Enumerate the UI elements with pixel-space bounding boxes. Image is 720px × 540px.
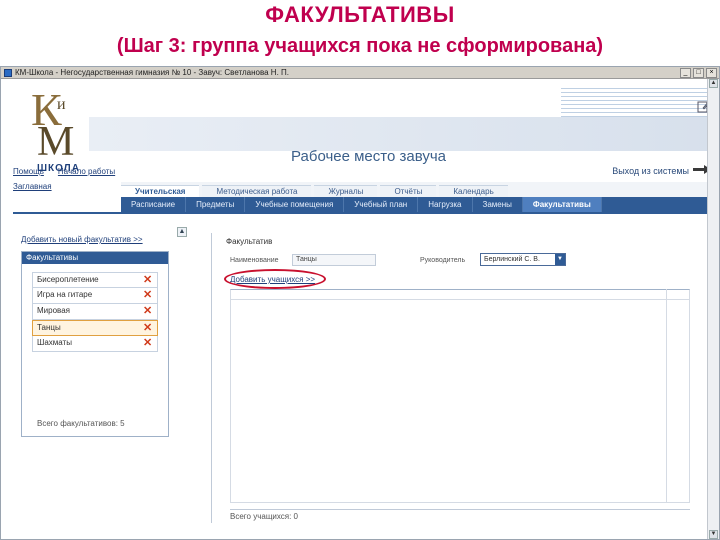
electives-total: Всего факультативов: 5 [37, 419, 125, 428]
list-item[interactable]: Игра на гитаре ✕ [32, 288, 158, 304]
nav-help[interactable]: Помощь [13, 167, 44, 176]
app-window: КМ-Школа - Негосударственная гимназия № … [0, 66, 720, 540]
window-titlebar: КМ-Школа - Негосударственная гимназия № … [1, 67, 719, 79]
list-item[interactable]: Мировая ✕ [32, 304, 158, 320]
tab-methodical-work[interactable]: Методическая работа [202, 185, 312, 197]
subtab-electives[interactable]: Факультативы [522, 197, 602, 212]
page-title: Рабочее место завуча [291, 148, 447, 165]
app-icon [4, 69, 12, 77]
main-tabs: Учительская Методическая работа Журналы … [121, 182, 719, 197]
delete-icon[interactable]: ✕ [143, 289, 153, 301]
electives-list-box: Факультативы Бисероплетение ✕ Игра на ги… [21, 251, 169, 437]
list-item[interactable]: Шахматы ✕ [32, 336, 158, 352]
leader-select[interactable]: Берлинский С. В. ▼ [480, 253, 566, 266]
details-title: Факультатив [226, 237, 273, 246]
electives-list: Бисероплетение ✕ Игра на гитаре ✕ Мирова… [32, 272, 158, 352]
tab-reports[interactable]: Отчёты [380, 185, 437, 197]
tab-teachers-room[interactable]: Учительская [121, 185, 200, 197]
scroll-down-icon[interactable]: ▼ [709, 530, 718, 539]
slide-title: ФАКУЛЬТАТИВЫ [265, 2, 455, 27]
subtab-schedule[interactable]: Расписание [121, 197, 187, 212]
subtab-workload[interactable]: Нагрузка [418, 197, 473, 212]
window-scrollbar[interactable]: ▲ ▼ [707, 79, 719, 539]
tab-calendar[interactable]: Календарь [439, 185, 508, 197]
elective-label: Бисероплетение [37, 275, 99, 284]
logo-letter-i: и [57, 96, 66, 113]
sub-tabs: Расписание Предметы Учебные помещения Уч… [121, 197, 719, 212]
slide-subtitle: (Шаг 3: группа учащихся пока не сформиро… [116, 35, 604, 57]
km-school-logo: К и М ШКОЛА [27, 87, 89, 175]
elective-label: Игра на гитаре [37, 290, 93, 299]
delete-icon[interactable]: ✕ [143, 337, 153, 349]
delete-icon[interactable]: ✕ [143, 274, 153, 286]
exit-link[interactable]: Выход из системы [612, 166, 689, 176]
nav-getting-started[interactable]: Начало работы [58, 167, 115, 176]
elective-label: Танцы [37, 323, 61, 332]
tab-journals[interactable]: Журналы [314, 185, 378, 197]
logo-letter-m: М [37, 119, 75, 165]
header-band [89, 117, 713, 151]
close-icon[interactable]: × [706, 68, 717, 78]
name-label: Наименование [230, 257, 279, 264]
delete-icon[interactable]: ✕ [143, 305, 153, 317]
electives-list-header: Факультативы [22, 252, 168, 264]
elective-label: Шахматы [37, 338, 72, 347]
minimize-icon[interactable]: _ [680, 68, 691, 78]
scroll-up-icon[interactable]: ▲ [709, 79, 718, 88]
delete-icon[interactable]: ✕ [143, 322, 153, 334]
nav-home[interactable]: Заглавная [13, 182, 52, 191]
window-title: КМ-Школа - Негосударственная гимназия № … [15, 68, 289, 77]
total-divider [230, 509, 690, 510]
window-controls: _ □ × [680, 68, 717, 78]
students-table-header [231, 290, 689, 300]
highlight-annotation [224, 269, 326, 289]
students-total: Всего учащихся: 0 [230, 512, 299, 521]
leader-label: Руководитель [420, 257, 466, 264]
elective-label: Мировая [37, 306, 70, 315]
subtab-classrooms[interactable]: Учебные помещения [245, 197, 345, 212]
list-item-selected[interactable]: Танцы ✕ [32, 320, 158, 336]
students-table-scrollbar[interactable] [666, 289, 676, 503]
list-item[interactable]: Бисероплетение ✕ [32, 272, 158, 288]
leader-value: Берлинский С. В. [484, 256, 540, 263]
chevron-down-icon[interactable]: ▼ [555, 254, 565, 265]
add-elective-link[interactable]: Добавить новый факультатив >> [21, 235, 169, 244]
students-table [230, 289, 690, 503]
collapse-arrow-icon[interactable]: ▲ [177, 227, 187, 237]
elective-details-panel: Факультатив Наименование Танцы Руководит… [211, 233, 707, 523]
subtab-substitutions[interactable]: Замены [473, 197, 523, 212]
top-nav: Помощь Начало работы [13, 167, 115, 176]
electives-panel: Добавить новый факультатив >> Факультати… [21, 235, 169, 437]
name-field[interactable]: Танцы [292, 254, 376, 266]
subtab-subjects[interactable]: Предметы [186, 197, 246, 212]
subtab-curriculum[interactable]: Учебный план [344, 197, 419, 212]
maximize-icon[interactable]: □ [693, 68, 704, 78]
nav-divider [13, 212, 717, 214]
